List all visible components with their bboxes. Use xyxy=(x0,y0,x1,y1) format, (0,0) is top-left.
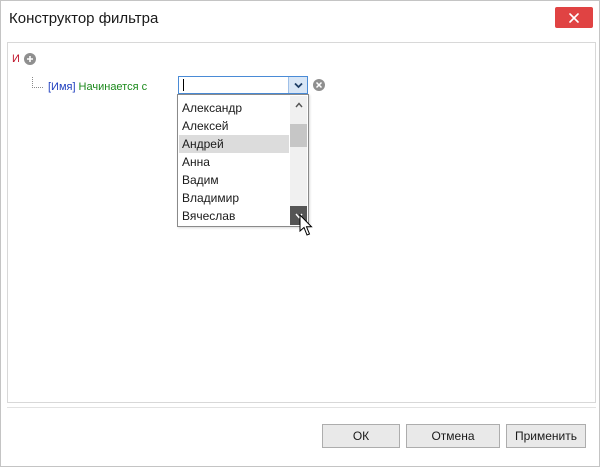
condition-value-combobox[interactable] xyxy=(178,76,308,94)
text-caret xyxy=(183,79,184,91)
dropdown-items: Александр Алексей Андрей Анна Вадим Влад… xyxy=(179,99,289,225)
combo-dropdown-button[interactable] xyxy=(288,77,307,93)
list-item[interactable]: Алексей xyxy=(179,117,289,135)
list-item[interactable]: Александр xyxy=(179,99,289,117)
title-bar: Конструктор фильтра xyxy=(1,1,599,35)
list-item[interactable]: Вадим xyxy=(179,171,289,189)
mouse-pointer-icon xyxy=(299,214,313,236)
filter-builder-window: Конструктор фильтра И [Имя] Начинается с xyxy=(0,0,600,467)
scroll-up-button[interactable] xyxy=(290,96,307,113)
ok-button[interactable]: ОК xyxy=(322,424,400,448)
condition-operator[interactable]: Начинается с xyxy=(79,81,148,93)
close-icon xyxy=(569,12,579,23)
value-dropdown-list: Александр Алексей Андрей Анна Вадим Влад… xyxy=(177,94,309,227)
list-item-selected[interactable]: Андрей xyxy=(179,135,289,153)
filter-root-node: И xyxy=(12,52,36,66)
chevron-down-icon xyxy=(293,82,303,88)
condition-value-input[interactable] xyxy=(179,77,291,93)
group-operator-and[interactable]: И xyxy=(12,53,20,65)
scroll-thumb[interactable] xyxy=(290,124,307,147)
apply-button[interactable]: Применить xyxy=(506,424,586,448)
plus-circle-icon[interactable] xyxy=(23,53,36,65)
footer-divider xyxy=(7,407,596,408)
chevron-up-icon xyxy=(294,101,303,107)
x-circle-icon[interactable] xyxy=(313,79,325,91)
close-button[interactable] xyxy=(555,7,593,28)
filter-condition-row: [Имя] Начинается с xyxy=(48,80,147,94)
list-item[interactable]: Владимир xyxy=(179,189,289,207)
window-title: Конструктор фильтра xyxy=(9,10,159,27)
condition-field[interactable]: [Имя] xyxy=(48,81,76,93)
dropdown-scrollbar[interactable] xyxy=(290,96,307,225)
tree-connector xyxy=(32,77,43,88)
list-item[interactable]: Вячеслав xyxy=(179,207,289,225)
cancel-button[interactable]: Отмена xyxy=(406,424,500,448)
list-item[interactable]: Анна xyxy=(179,153,289,171)
